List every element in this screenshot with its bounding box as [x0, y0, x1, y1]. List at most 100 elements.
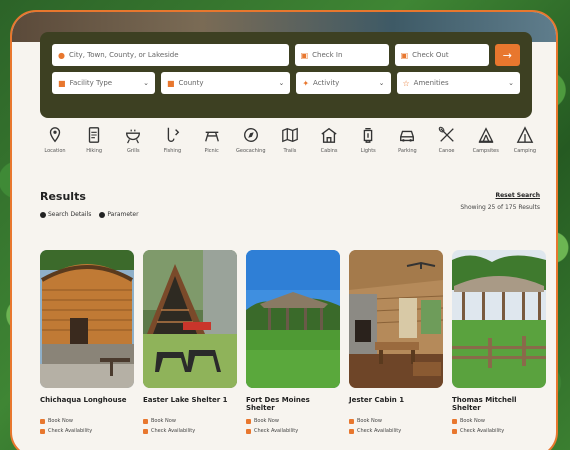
checkin-field[interactable]: ▣ Check In — [294, 44, 389, 66]
chevron-down-icon: ⌄ — [143, 79, 149, 87]
facility-type-select[interactable]: ■ Facility Type ⌄ — [52, 72, 155, 94]
activity-icon: ✦ — [302, 78, 310, 88]
check-availability-link[interactable]: Check Availability — [246, 428, 340, 434]
category-cabins[interactable]: Cabins — [314, 126, 344, 154]
lantern-icon — [363, 128, 373, 143]
check-label: Check Availability — [151, 428, 196, 434]
calendar-icon — [452, 428, 457, 434]
category-picnic[interactable]: Picnic — [197, 126, 227, 154]
amenities-select[interactable]: ☆ Amenities ⌄ — [396, 72, 520, 94]
category-campsites[interactable]: Campsites — [471, 126, 501, 154]
book-now-link[interactable]: Book Now — [40, 418, 134, 424]
category-location[interactable]: Location — [40, 126, 70, 154]
category-parking[interactable]: Parking — [392, 126, 422, 154]
county-icon: ■ — [166, 78, 175, 88]
listing-name: Fort Des Moines Shelter — [246, 396, 310, 413]
listing-card[interactable]: Fort Des Moines Shelter Book Now Check A… — [246, 250, 340, 434]
check-label: Check Availability — [460, 428, 505, 434]
calendar-icon — [452, 418, 457, 424]
category-grills[interactable]: Grills — [118, 126, 148, 154]
activity-select[interactable]: ✦ Activity ⌄ — [296, 72, 391, 94]
chevron-down-icon: ⌄ — [278, 79, 285, 87]
category-bar: Location Hiking Grills Fishing Picnic Ge… — [40, 126, 540, 154]
car-icon — [400, 130, 415, 142]
category-trails[interactable]: Trails — [275, 126, 305, 154]
check-label: Check Availability — [357, 428, 402, 434]
category-label: Canoe — [438, 148, 455, 154]
cabin-icon — [321, 127, 337, 143]
book-now-link[interactable]: Book Now — [452, 418, 546, 424]
toggle-label: Parameter — [107, 211, 139, 218]
listing-photo[interactable] — [143, 250, 237, 388]
chevron-down-icon: ⌄ — [378, 79, 385, 87]
reset-search-link[interactable]: Reset Search — [495, 192, 540, 199]
results-toggles: Search Details Parameter — [40, 211, 139, 218]
listing-photo[interactable] — [40, 250, 134, 388]
amenities-label: Amenities — [413, 79, 449, 87]
toggle-search-details[interactable]: Search Details — [40, 211, 91, 218]
check-availability-link[interactable]: Check Availability — [452, 428, 546, 434]
compass-icon — [243, 128, 258, 142]
book-label: Book Now — [151, 418, 176, 424]
check-availability-link[interactable]: Check Availability — [349, 428, 443, 434]
listing-grid: Chichaqua Longhouse Book Now Check Avail… — [40, 250, 546, 434]
category-hiking[interactable]: Hiking — [79, 126, 109, 154]
calendar-icon: ▣ — [400, 50, 409, 60]
book-label: Book Now — [48, 418, 73, 424]
fishing-icon — [168, 127, 180, 142]
location-input[interactable]: ● City, Town, County, or Lakeside — [52, 44, 289, 66]
category-canoe[interactable]: Canoe — [432, 126, 462, 154]
book-label: Book Now — [357, 418, 382, 424]
category-geocaching[interactable]: Geocaching — [236, 126, 266, 154]
paddles-icon — [438, 126, 454, 142]
book-now-link[interactable]: Book Now — [349, 418, 443, 424]
category-label: Picnic — [204, 148, 219, 154]
book-label: Book Now — [254, 418, 279, 424]
arrow-right-icon: → — [502, 48, 512, 62]
map-pin-icon: ● — [58, 50, 65, 60]
radio-dot-icon — [99, 211, 106, 218]
check-availability-link[interactable]: Check Availability — [40, 428, 134, 434]
category-camping[interactable]: Camping — [510, 126, 540, 154]
search-submit-button[interactable]: → — [494, 44, 520, 66]
checkout-placeholder: Check Out — [412, 51, 449, 59]
category-label: Trails — [283, 148, 297, 154]
listing-name: Easter Lake Shelter 1 — [143, 396, 228, 404]
category-lights[interactable]: Lights — [353, 126, 383, 154]
book-now-link[interactable]: Book Now — [246, 418, 340, 424]
listing-card[interactable]: Jester Cabin 1 Book Now Check Availabili… — [349, 250, 443, 434]
listing-card[interactable]: Chichaqua Longhouse Book Now Check Avail… — [40, 250, 134, 434]
results-count: Showing 25 of 175 Results — [460, 204, 540, 211]
county-label: County — [178, 79, 204, 87]
listing-card[interactable]: Thomas Mitchell Shelter Book Now Check A… — [452, 250, 546, 434]
listing-photo[interactable] — [349, 250, 443, 388]
listing-card[interactable]: Easter Lake Shelter 1 Book Now Check Ava… — [143, 250, 237, 434]
category-label: Cabins — [320, 148, 338, 154]
category-label: Campsites — [472, 148, 499, 154]
category-label: Camping — [513, 148, 537, 154]
book-now-link[interactable]: Book Now — [143, 418, 237, 424]
check-label: Check Availability — [254, 428, 299, 434]
toggle-parameter[interactable]: Parameter — [99, 211, 139, 218]
listing-photo[interactable] — [452, 250, 546, 388]
listing-photo[interactable] — [246, 250, 340, 388]
category-label: Hiking — [86, 148, 103, 154]
checkin-placeholder: Check In — [312, 51, 343, 59]
picnic-table-icon — [204, 131, 219, 142]
calendar-icon — [40, 418, 45, 424]
calendar-icon: ▣ — [300, 50, 309, 60]
check-availability-link[interactable]: Check Availability — [143, 428, 237, 434]
category-fishing[interactable]: Fishing — [157, 126, 187, 154]
county-select[interactable]: ■ County ⌄ — [160, 72, 291, 94]
calendar-icon — [246, 428, 251, 434]
category-label: Location — [44, 148, 66, 154]
calendar-icon — [143, 418, 148, 424]
facility-type-label: Facility Type — [69, 79, 113, 87]
checkout-field[interactable]: ▣ Check Out — [394, 44, 489, 66]
campsite-icon — [478, 127, 494, 143]
main-card: ● City, Town, County, or Lakeside ▣ Chec… — [10, 10, 558, 450]
trail-icon — [88, 127, 100, 143]
map-icon — [282, 127, 298, 143]
calendar-icon — [40, 428, 45, 434]
search-panel: ● City, Town, County, or Lakeside ▣ Chec… — [40, 32, 532, 118]
